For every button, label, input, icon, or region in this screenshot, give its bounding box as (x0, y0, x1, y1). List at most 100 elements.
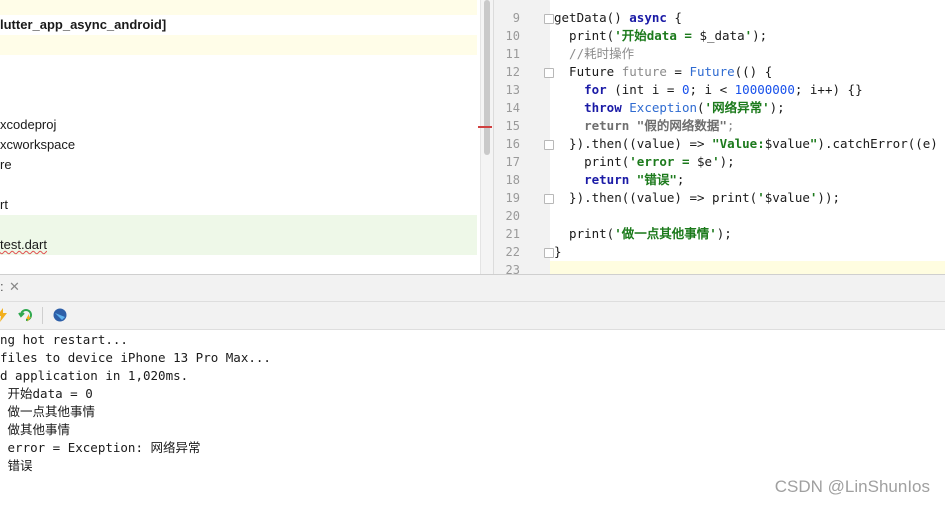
code-line[interactable]: //耗时操作 (554, 45, 945, 63)
line-number: 23 (505, 263, 520, 274)
tree-row[interactable] (0, 175, 477, 195)
code-line[interactable]: throw Exception('网络异常'); (554, 99, 945, 117)
tree-row[interactable] (0, 0, 477, 15)
code-line[interactable]: getData() async { (554, 9, 945, 27)
run-toolbar (0, 302, 945, 330)
code-token: $value (764, 136, 810, 151)
project-tree-scroll-thumb[interactable] (484, 0, 490, 155)
hot-reload-icon[interactable] (0, 307, 10, 323)
code-line[interactable]: return "假的网络数据"; (554, 117, 945, 135)
run-tab-label[interactable]: : (0, 279, 4, 294)
code-token: (() { (734, 64, 773, 79)
code-token: = (666, 64, 690, 79)
console-line: d application in 1,020ms. (0, 368, 189, 383)
line-number: 13 (505, 83, 520, 97)
code-token: 'error = (629, 154, 697, 169)
run-tab-bar: : ✕ (0, 275, 945, 302)
code-token: async (629, 10, 667, 25)
tree-row[interactable]: xcworkspace (0, 135, 477, 155)
tree-row[interactable]: test.dart (0, 235, 477, 255)
tree-row[interactable] (0, 55, 477, 75)
console-line: ng hot restart... (0, 332, 128, 347)
code-token: Future (689, 64, 735, 79)
code-token: print( (554, 226, 615, 241)
line-number: 16 (505, 137, 520, 151)
error-marker (478, 126, 492, 128)
hot-restart-icon[interactable] (18, 307, 34, 323)
code-token: future (621, 64, 667, 79)
tree-row[interactable] (0, 35, 477, 55)
code-token: $e (697, 154, 713, 169)
code-token: for (584, 82, 607, 97)
code-token: ( (697, 100, 705, 115)
tree-row-label: lutter_app_async_android] (0, 17, 167, 32)
code-line[interactable] (554, 207, 945, 225)
code-line[interactable]: Future future = Future(() { (554, 63, 945, 81)
code-line[interactable]: }).then((value) => print('$value')); (554, 189, 945, 207)
code-token: return (584, 118, 630, 133)
fold-marker-icon[interactable] (544, 68, 554, 78)
dart-devtools-icon[interactable] (52, 307, 68, 323)
code-line[interactable]: } (554, 243, 945, 261)
tree-row[interactable] (0, 75, 477, 95)
code-token: ); (719, 154, 735, 169)
code-token: ' (744, 28, 753, 43)
code-token: ; (676, 172, 685, 187)
tree-row[interactable]: re (0, 155, 477, 175)
console-line: 做一点其他事情 (0, 404, 96, 419)
project-tree-scrollbar[interactable] (480, 0, 493, 274)
close-icon[interactable]: ✕ (9, 279, 20, 295)
tree-row[interactable] (0, 95, 477, 115)
code-token: return (584, 172, 630, 187)
code-line[interactable]: return "错误"; (554, 171, 945, 189)
line-number: 19 (505, 191, 520, 205)
tree-row-label: re (0, 157, 12, 172)
line-number: 20 (505, 209, 520, 223)
code-line[interactable] (550, 261, 945, 274)
line-number: 21 (505, 227, 520, 241)
code-token: ); (752, 28, 768, 43)
code-token: ); (716, 226, 732, 241)
fold-marker-icon[interactable] (544, 14, 554, 24)
code-line[interactable]: print('error = $e'); (554, 153, 945, 171)
fold-marker-icon[interactable] (544, 140, 554, 150)
line-number: 18 (505, 173, 520, 187)
code-line[interactable]: print('做一点其他事情'); (554, 225, 945, 243)
code-token: getData() (554, 10, 630, 25)
code-token: ); (769, 100, 785, 115)
code-token: $_data (699, 28, 745, 43)
code-line[interactable]: }).then((value) => "Value:$value").catch… (554, 135, 945, 153)
code-token: }).then((value) => print( (554, 190, 758, 205)
code-token: Exception (629, 100, 698, 115)
tree-row[interactable] (0, 215, 477, 235)
code-line[interactable]: print('开始data = $_data'); (554, 27, 945, 45)
line-number: 14 (505, 101, 520, 115)
line-number: 17 (505, 155, 520, 169)
code-token: '开始data = (614, 28, 700, 43)
tree-row-label: xcodeproj (0, 117, 57, 132)
code-token: (int i = (606, 82, 682, 97)
line-number: 9 (512, 11, 520, 25)
tree-row[interactable]: rt (0, 195, 477, 215)
toolbar-separator (42, 307, 43, 324)
code-token: Future (554, 64, 622, 79)
code-line[interactable]: for (int i = 0; i < 10000000; i++) {} (554, 81, 945, 99)
tree-row[interactable]: lutter_app_async_android] (0, 15, 477, 35)
code-token: )); (817, 190, 840, 205)
code-token: }).then((value) => (554, 136, 713, 151)
console-line: files to device iPhone 13 Pro Max... (0, 350, 271, 365)
fold-marker-icon[interactable] (544, 194, 554, 204)
project-tree: lutter_app_async_android] xcodeproj xcwork… (0, 0, 480, 274)
code-token: ' (712, 154, 720, 169)
code-editor[interactable]: 9 10 11 12 13 14 15 16 17 18 19 20 21 22 23 getData() … (493, 0, 945, 274)
code-token: '做一点其他事情' (614, 226, 717, 241)
fold-marker-icon[interactable] (544, 248, 554, 258)
code-token: ; i++) {} (794, 82, 863, 97)
tree-row[interactable]: xcodeproj (0, 115, 477, 135)
line-number: 22 (505, 245, 520, 259)
line-number: 15 (505, 119, 520, 133)
